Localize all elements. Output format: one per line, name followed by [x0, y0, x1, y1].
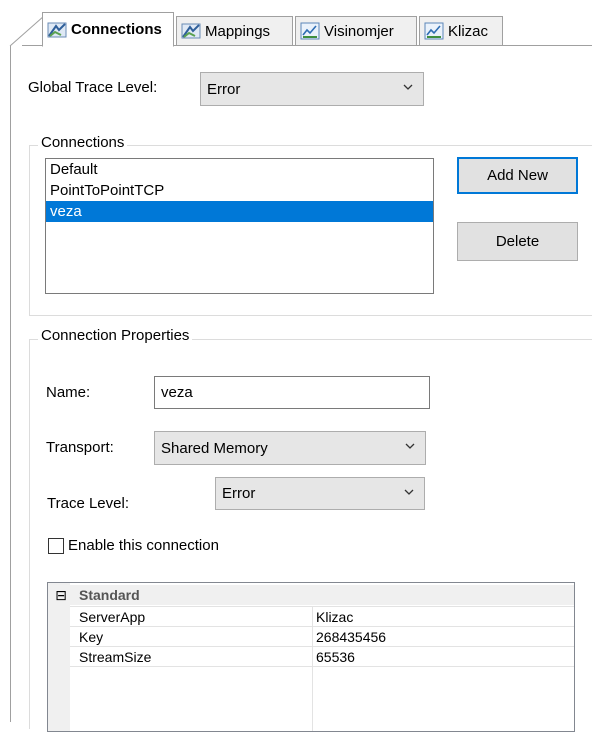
tab-klizac[interactable]: Klizac — [419, 16, 503, 45]
property-name: StreamSize — [79, 649, 152, 665]
tab-connections[interactable]: Connections — [42, 12, 174, 47]
global-trace-value: Error — [207, 80, 241, 98]
category-row[interactable]: ⊟ Standard — [48, 585, 574, 605]
table-row[interactable]: Key 268435456 — [48, 627, 574, 647]
grid-column-divider — [312, 606, 313, 731]
delete-button[interactable]: Delete — [457, 222, 578, 261]
connections-page: Global Trace Level: Error Connections De… — [10, 46, 592, 732]
gauge-icon — [424, 22, 444, 40]
connections-list[interactable]: Default PointToPointTCP veza — [45, 158, 434, 294]
add-new-button[interactable]: Add New — [457, 157, 578, 194]
trace-level-select[interactable]: Error — [215, 477, 425, 510]
property-grid[interactable]: ⊟ Standard ServerApp Klizac Key 26843545… — [47, 582, 575, 732]
list-item[interactable]: PointToPointTCP — [46, 180, 433, 201]
grid-line — [70, 606, 574, 607]
table-row[interactable]: StreamSize 65536 — [48, 647, 574, 667]
connection-properties-title: Connection Properties — [38, 327, 193, 344]
chevron-down-icon — [404, 489, 414, 495]
property-value[interactable]: 268435456 — [316, 627, 386, 647]
trace-level-value: Error — [222, 485, 256, 502]
property-name: ServerApp — [79, 609, 146, 625]
transport-value: Shared Memory — [161, 439, 268, 457]
transport-label: Transport: — [46, 439, 114, 456]
connections-icon — [47, 22, 67, 37]
tab-label: Mappings — [205, 22, 271, 40]
grid-line — [70, 626, 574, 627]
chevron-down-icon — [403, 84, 413, 90]
grid-line — [70, 646, 574, 647]
table-row[interactable]: ServerApp Klizac — [48, 607, 574, 627]
chevron-down-icon — [405, 443, 415, 449]
tab-visinomjer[interactable]: Visinomjer — [295, 16, 417, 45]
tab-label: Connections — [71, 21, 162, 38]
connections-icon — [181, 23, 201, 39]
tab-label: Visinomjer — [324, 22, 394, 40]
category-label: Standard — [79, 587, 140, 603]
enable-connection-checkbox[interactable] — [48, 538, 64, 554]
connections-group-title: Connections — [38, 134, 128, 151]
global-trace-select[interactable]: Error — [200, 72, 424, 106]
name-field-value: veza — [161, 384, 193, 401]
tab-strip: Connections Mappings Visinomjer Klizac — [0, 0, 592, 47]
collapse-icon[interactable]: ⊟ — [53, 585, 69, 605]
gauge-icon — [300, 22, 320, 40]
global-trace-label: Global Trace Level: — [28, 79, 158, 96]
transport-select[interactable]: Shared Memory — [154, 431, 426, 465]
tab-label: Klizac — [448, 22, 489, 40]
property-name: Key — [79, 629, 104, 645]
grid-line — [70, 666, 574, 667]
property-value[interactable]: Klizac — [316, 607, 353, 627]
name-label: Name: — [46, 384, 91, 401]
enable-connection-label: Enable this connection — [68, 537, 219, 554]
list-item[interactable]: veza — [46, 201, 433, 222]
trace-level-label: Trace Level: — [47, 495, 129, 512]
name-field[interactable]: veza — [154, 376, 430, 409]
list-item[interactable]: Default — [46, 159, 433, 180]
tab-mappings[interactable]: Mappings — [176, 16, 293, 45]
property-value[interactable]: 65536 — [316, 647, 355, 667]
